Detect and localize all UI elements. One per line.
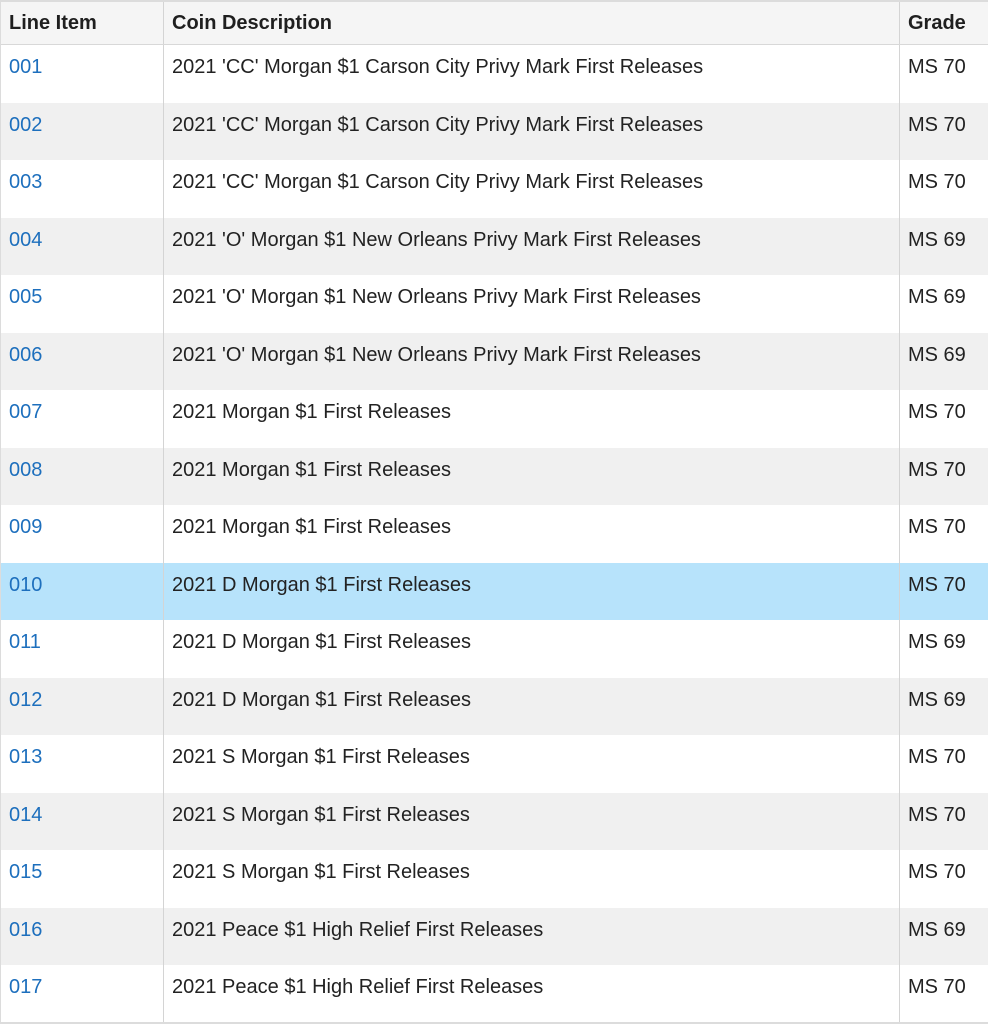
grade-cell: MS 70 (908, 401, 966, 423)
line-item-link[interactable]: 011 (1, 620, 164, 678)
column-header-coin-description[interactable]: Coin Description (164, 2, 900, 44)
coin-description-cell: 2021 'O' Morgan $1 New Orleans Privy Mar… (164, 217, 900, 275)
grade-cell: MS 70 (908, 516, 966, 538)
coin-description-cell: 2021 S Morgan $1 First Releases (164, 850, 900, 908)
table-row[interactable]: 006 2021 'O' Morgan $1 New Orleans Privy … (1, 332, 988, 390)
grade-cell: MS 70 (908, 171, 966, 193)
line-item-link[interactable]: 012 (1, 677, 164, 735)
table-row[interactable]: 011 2021 D Morgan $1 First Releases MS 69 (1, 620, 988, 678)
grade-cell: MS 69 (908, 228, 966, 251)
coin-description-cell: 2021 Morgan $1 First Releases (164, 390, 900, 448)
table-row[interactable]: 013 2021 S Morgan $1 First Releases MS 70 (1, 735, 988, 793)
column-header-grade[interactable]: Grade (900, 2, 988, 44)
table-row[interactable]: 007 2021 Morgan $1 First Releases MS 70 (1, 390, 988, 448)
table-row[interactable]: 002 2021 'CC' Morgan $1 Carson City Privy… (1, 102, 988, 160)
column-header-line-item[interactable]: Line Item (1, 2, 164, 44)
grade-cell: MS 69 (908, 688, 966, 711)
table-row[interactable]: 003 2021 'CC' Morgan $1 Carson City Privy… (1, 160, 988, 218)
line-item-link[interactable]: 004 (1, 217, 164, 275)
grade-cell: MS 70 (908, 113, 966, 136)
coin-description-cell: 2021 'CC' Morgan $1 Carson City Privy Ma… (164, 102, 900, 160)
line-item-link[interactable]: 002 (1, 102, 164, 160)
line-item-link[interactable]: 005 (1, 275, 164, 333)
line-item-link[interactable]: 008 (1, 447, 164, 505)
coin-description-cell: 2021 Peace $1 High Relief First Releases (164, 907, 900, 965)
table-row[interactable]: 009 2021 Morgan $1 First Releases MS 70 (1, 505, 988, 563)
grade-cell: MS 70 (908, 573, 966, 596)
table-body: 001 2021 'CC' Morgan $1 Carson City Privy… (1, 45, 988, 1023)
coin-description-cell: 2021 D Morgan $1 First Releases (164, 620, 900, 678)
line-item-link[interactable]: 007 (1, 390, 164, 448)
table-row[interactable]: 014 2021 S Morgan $1 First Releases MS 70 (1, 792, 988, 850)
line-item-link[interactable]: 016 (1, 907, 164, 965)
table-row[interactable]: 017 2021 Peace $1 High Relief First Relea… (1, 965, 988, 1023)
coin-line-items-table: Line Item Coin Description Grade 001 2021… (0, 0, 988, 1023)
line-item-link[interactable]: 017 (1, 965, 164, 1023)
table-header-row: Line Item Coin Description Grade (1, 2, 988, 45)
grade-cell: MS 70 (908, 803, 966, 826)
grade-cell: MS 69 (908, 918, 966, 941)
coin-description-cell: 2021 S Morgan $1 First Releases (164, 792, 900, 850)
grade-cell: MS 70 (908, 746, 966, 768)
coin-description-cell: 2021 'CC' Morgan $1 Carson City Privy Ma… (164, 160, 900, 218)
coin-description-cell: 2021 'CC' Morgan $1 Carson City Privy Ma… (164, 45, 900, 103)
line-item-link[interactable]: 006 (1, 332, 164, 390)
grade-cell: MS 70 (908, 458, 966, 481)
grade-cell: MS 70 (908, 976, 966, 998)
table-row[interactable]: 008 2021 Morgan $1 First Releases MS 70 (1, 447, 988, 505)
coin-description-cell: 2021 'O' Morgan $1 New Orleans Privy Mar… (164, 332, 900, 390)
coin-description-cell: 2021 D Morgan $1 First Releases (164, 562, 900, 620)
line-item-link[interactable]: 003 (1, 160, 164, 218)
table-row[interactable]: 005 2021 'O' Morgan $1 New Orleans Privy … (1, 275, 988, 333)
table-row[interactable]: 012 2021 D Morgan $1 First Releases MS 69 (1, 677, 988, 735)
line-item-link[interactable]: 014 (1, 792, 164, 850)
line-item-link[interactable]: 015 (1, 850, 164, 908)
coin-description-cell: 2021 S Morgan $1 First Releases (164, 735, 900, 793)
coin-description-cell: 2021 Morgan $1 First Releases (164, 447, 900, 505)
line-item-link[interactable]: 009 (1, 505, 164, 563)
table-row[interactable]: 016 2021 Peace $1 High Relief First Relea… (1, 907, 988, 965)
table-row[interactable]: 004 2021 'O' Morgan $1 New Orleans Privy … (1, 217, 988, 275)
table-row[interactable]: 010 2021 D Morgan $1 First Releases MS 70 (1, 562, 988, 620)
line-item-link[interactable]: 013 (1, 735, 164, 793)
grade-cell: MS 70 (908, 861, 966, 883)
grade-cell: MS 69 (908, 631, 966, 653)
coin-description-cell: 2021 D Morgan $1 First Releases (164, 677, 900, 735)
coin-description-cell: 2021 'O' Morgan $1 New Orleans Privy Mar… (164, 275, 900, 333)
table-row[interactable]: 001 2021 'CC' Morgan $1 Carson City Privy… (1, 45, 988, 103)
grade-cell: MS 69 (908, 286, 966, 308)
table-row[interactable]: 015 2021 S Morgan $1 First Releases MS 70 (1, 850, 988, 908)
line-item-link[interactable]: 001 (1, 45, 164, 103)
line-item-link[interactable]: 010 (1, 562, 164, 620)
coin-description-cell: 2021 Morgan $1 First Releases (164, 505, 900, 563)
coin-description-cell: 2021 Peace $1 High Relief First Releases (164, 965, 900, 1023)
grade-cell: MS 70 (908, 56, 966, 78)
grade-cell: MS 69 (908, 343, 966, 366)
